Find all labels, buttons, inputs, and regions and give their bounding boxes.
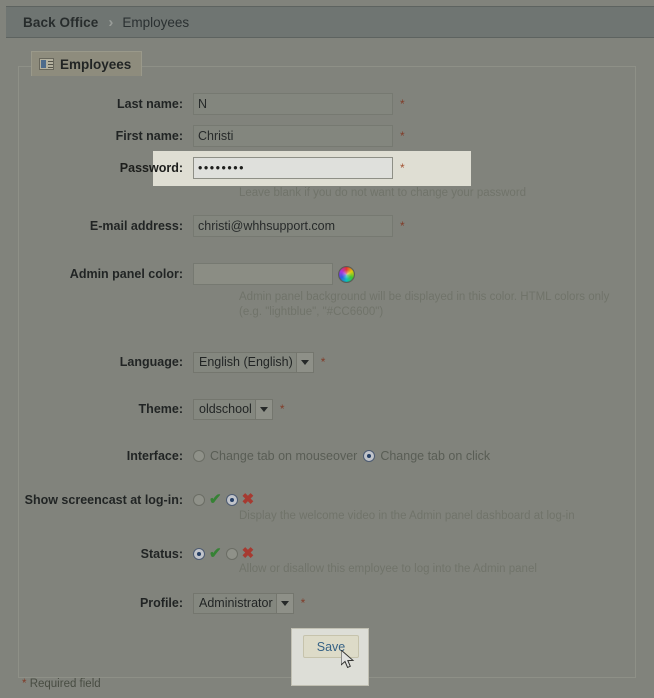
- admin-panel-color-hint: Admin panel background will be displayed…: [239, 291, 610, 318]
- field-row-theme: Theme: oldschool *: [18, 398, 636, 420]
- first-name-label: First name:: [115, 129, 183, 143]
- required-field-star: *: [22, 678, 27, 690]
- cross-icon: ✖: [241, 491, 255, 508]
- breadcrumb: Back Office › Employees: [6, 6, 654, 38]
- profile-label: Profile:: [139, 596, 183, 610]
- status-label: Status:: [140, 547, 183, 561]
- status-radio-no[interactable]: [225, 548, 238, 560]
- field-row-password: Password: *: [18, 157, 636, 179]
- theme-label: Theme:: [138, 402, 183, 416]
- language-required-marker: *: [320, 355, 326, 369]
- last-name-input[interactable]: [193, 93, 393, 115]
- interface-option-click-label: Change tab on click: [380, 449, 491, 463]
- interface-radio-mouseover[interactable]: [193, 450, 205, 462]
- field-row-admin-panel-color: Admin panel color:: [18, 263, 636, 285]
- screencast-radio-yes[interactable]: [193, 494, 205, 506]
- profile-required-marker: *: [300, 596, 306, 610]
- status-radio-yes[interactable]: [193, 548, 205, 560]
- admin-panel-color-input[interactable]: [193, 263, 333, 285]
- last-name-required-marker: *: [400, 97, 405, 111]
- field-row-last-name: Last name: *: [18, 93, 636, 115]
- theme-required-marker: *: [279, 402, 285, 416]
- status-hint: Allow or disallow this employee to log i…: [239, 563, 537, 575]
- chevron-down-icon[interactable]: [295, 352, 313, 372]
- first-name-input[interactable]: [193, 125, 393, 147]
- password-hint: Leave blank if you do not want to change…: [239, 187, 527, 199]
- email-label: E-mail address:: [89, 219, 183, 233]
- theme-select-value: oldschool: [199, 401, 252, 416]
- profile-select[interactable]: Administrator: [193, 592, 294, 614]
- cross-icon: ✖: [241, 545, 255, 562]
- field-row-email: E-mail address: *: [18, 215, 636, 237]
- save-button[interactable]: Save: [303, 635, 359, 658]
- admin-panel-color-label: Admin panel color:: [69, 267, 183, 281]
- password-required-marker: *: [400, 161, 405, 175]
- chevron-down-icon[interactable]: [254, 399, 272, 419]
- language-select-value: English (English): [199, 354, 293, 369]
- contact-card-icon: [39, 58, 54, 70]
- field-row-interface: Interface: Change tab on mouseover Chang…: [18, 445, 636, 467]
- interface-label: Interface:: [126, 449, 183, 463]
- password-input[interactable]: [193, 157, 393, 179]
- screencast-label: Show screencast at log-in:: [24, 493, 183, 507]
- chevron-right-icon: ›: [108, 13, 114, 31]
- check-icon: ✔: [209, 491, 222, 508]
- required-field-text: Required field: [29, 678, 101, 690]
- field-row-language: Language: English (English) *: [18, 351, 636, 373]
- email-required-marker: *: [400, 219, 405, 233]
- check-icon: ✔: [209, 545, 222, 562]
- language-label: Language:: [119, 355, 183, 369]
- interface-radio-click[interactable]: [363, 450, 376, 462]
- language-select[interactable]: English (English): [193, 351, 314, 373]
- last-name-label: Last name:: [117, 97, 183, 111]
- interface-option-mouseover-label: Change tab on mouseover: [210, 449, 358, 463]
- profile-select-value: Administrator: [199, 595, 273, 610]
- screencast-hint: Display the welcome video in the Admin p…: [239, 510, 575, 522]
- field-row-first-name: First name: *: [18, 125, 636, 147]
- color-wheel-icon[interactable]: [338, 265, 355, 283]
- email-input[interactable]: [193, 215, 393, 237]
- breadcrumb-item-employees[interactable]: Employees: [122, 15, 189, 30]
- breadcrumb-item-back-office[interactable]: Back Office: [23, 15, 98, 30]
- password-label: Password:: [119, 161, 183, 175]
- field-row-profile: Profile: Administrator *: [18, 592, 636, 614]
- fieldset-legend: Employees: [31, 51, 143, 76]
- field-row-screencast: Show screencast at log-in: ✔ ✖: [18, 489, 636, 511]
- screencast-radio-no[interactable]: [225, 494, 238, 506]
- first-name-required-marker: *: [400, 129, 405, 143]
- fieldset-legend-label: Employees: [60, 56, 132, 72]
- theme-select[interactable]: oldschool: [193, 398, 273, 420]
- chevron-down-icon[interactable]: [275, 593, 293, 613]
- employee-edit-page: Back Office › Employees Employees Last n…: [0, 0, 654, 698]
- required-field-note: * Required field: [22, 678, 101, 690]
